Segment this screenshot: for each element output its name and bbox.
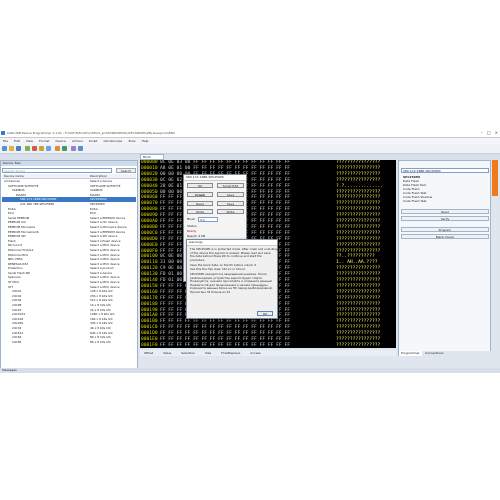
- blank-check-button[interactable]: Blank Check: [401, 234, 489, 239]
- save-button[interactable]: Save: [217, 192, 244, 197]
- save-icon[interactable]: [16, 146, 21, 151]
- verify-button[interactable]: Verify: [401, 216, 489, 221]
- device-tree-panel: Device Tree Search device Search Device …: [0, 160, 138, 370]
- toolbar: [0, 144, 500, 154]
- crash-button[interactable]: Crash: [187, 192, 213, 197]
- warning-dialog-title: warnings: [187, 240, 277, 246]
- stop-icon[interactable]: [55, 146, 60, 151]
- ok-button[interactable]: OK: [187, 183, 213, 188]
- status-access: Access: [250, 351, 261, 355]
- warning-dialog: warnings The SPC256P0 is in protected mo…: [186, 239, 278, 319]
- device-side-tab[interactable]: [492, 160, 498, 196]
- programmer-panel: S80 1C3 16BR SPC256P0 SPC256P0 Data Flas…: [398, 160, 492, 356]
- title-bar: CAN-USB Device Programmer 1.1.01 - F:\CD…: [0, 130, 500, 138]
- tab-programmer[interactable]: Programmer: [399, 351, 422, 356]
- device-search-input[interactable]: Search device: [2, 168, 112, 173]
- app-icon: [1, 131, 5, 135]
- selected-device-field[interactable]: S80 1C3 16BR SPC256P0: [401, 168, 489, 173]
- status-size: Size: [205, 351, 212, 355]
- open-folder-icon[interactable]: [9, 146, 14, 151]
- block-label: Block: [187, 217, 196, 221]
- script-dialog-title: S80 1C3 16BR SPC256P0: [184, 175, 246, 181]
- tab-connections[interactable]: Connections: [423, 351, 446, 356]
- block-input[interactable]: 3-1: [198, 217, 218, 222]
- window-title: CAN-USB Device Programmer 1.1.01 - F:\CD…: [7, 131, 176, 135]
- memory-area-list: SPC256P0 Data Flash Data Flash Test Code…: [401, 175, 489, 203]
- window-controls: – □ ×: [481, 131, 498, 135]
- application-window: CAN-USB Device Programmer 1.1.01 - F:\CD…: [0, 130, 500, 373]
- result-text: Result: 4 KB: [187, 234, 206, 238]
- read-icon[interactable]: [25, 146, 30, 151]
- hex-status-bar: Offset Value Selection Size Find/Replace…: [140, 350, 396, 356]
- device-tree-row[interactable]: 24C65 8K x 8 bits I2C: [2, 340, 136, 345]
- device-tree-title: Device Tree: [1, 161, 137, 166]
- column-device-name[interactable]: Device name: [4, 174, 24, 178]
- hex-bytes: FF FF FF FF FF FF FF FF FF FF FF FF FF F…: [160, 342, 290, 348]
- hex-ascii: ????????????????: [336, 342, 381, 348]
- device-search-row: Search device Search: [2, 168, 136, 173]
- help-icon[interactable]: [78, 146, 83, 151]
- minimize-icon[interactable]: –: [481, 131, 483, 135]
- status-value: Value: [163, 351, 172, 355]
- new-file-icon[interactable]: [2, 146, 7, 151]
- erase-icon[interactable]: [46, 146, 51, 151]
- status-selection: Selection: [181, 351, 196, 355]
- write-icon[interactable]: [32, 146, 37, 151]
- warning-ok-button[interactable]: OK: [257, 311, 273, 316]
- run-icon[interactable]: [62, 146, 67, 151]
- panel-tabs: Programmer Connections: [399, 351, 492, 356]
- status-find-replace[interactable]: Find/Replace: [221, 350, 240, 356]
- write-block-button[interactable]: Write: [187, 209, 213, 214]
- device-name: 24C65: [12, 339, 22, 344]
- hex-address: 0001F0: [141, 342, 158, 348]
- status-value: Ready: [187, 229, 197, 233]
- warning-line: Прочитано 32 блоков из 32: [190, 289, 231, 294]
- maximize-icon[interactable]: □: [487, 131, 491, 135]
- device-tree-rows: All Devices Select a device SOFTCAMP SOFWT…: [2, 179, 136, 344]
- save-block-button[interactable]: Save: [217, 201, 244, 206]
- hex-row[interactable]: 0001F0 FF FF FF FF FF FF FF FF FF FF FF F…: [140, 343, 396, 348]
- close-icon[interactable]: ×: [495, 131, 498, 135]
- status-bar: Messages: [0, 368, 500, 373]
- write-all-button[interactable]: Write: [217, 209, 244, 214]
- read-block-button[interactable]: Read: [187, 201, 213, 206]
- script-edit-button[interactable]: Script Edit: [217, 183, 244, 188]
- status-label: Status: [187, 224, 197, 228]
- column-description[interactable]: Description: [90, 174, 107, 178]
- status-offset: Offset: [144, 351, 154, 355]
- settings-icon[interactable]: [71, 146, 76, 151]
- warning-message: The SPC256P0 is in protected mode. After…: [190, 247, 278, 294]
- verify-icon[interactable]: [39, 146, 44, 151]
- device-description: 8K x 8 bits I2C: [90, 339, 111, 344]
- read-button[interactable]: Read: [401, 209, 489, 214]
- memory-item[interactable]: Code Flash Test: [401, 199, 489, 203]
- program-button[interactable]: Program: [401, 227, 489, 232]
- device-search-button[interactable]: Search: [116, 168, 136, 173]
